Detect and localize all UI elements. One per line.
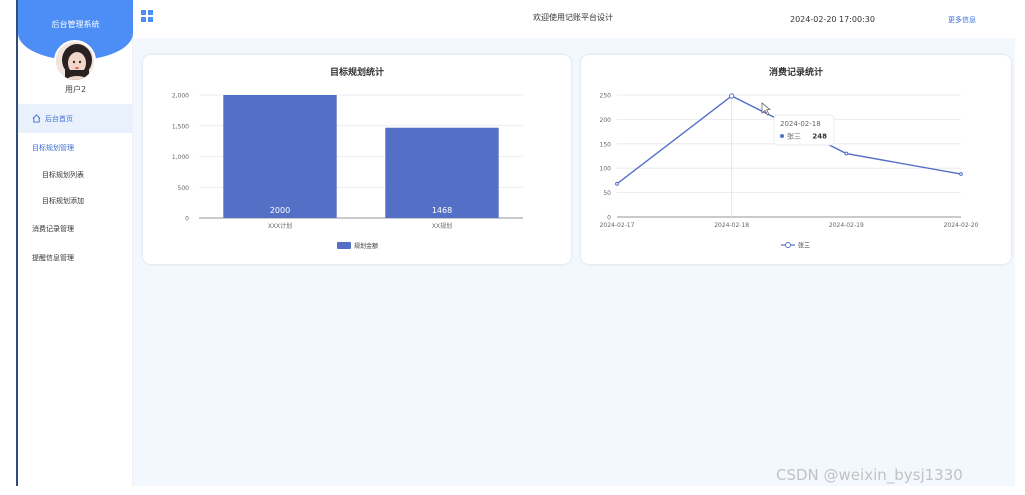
sidebar-item-label: 目标规划添加 [42,197,84,205]
tooltip-value: 248 [812,133,827,141]
x-tick-label: 2024-02-19 [829,222,864,229]
avatar[interactable] [54,40,96,82]
y-tick-label: 200 [600,117,612,124]
x-tick-label: 2024-02-20 [944,222,979,229]
x-tick-label: XX规划 [432,222,452,230]
bar [223,95,337,218]
y-tick-label: 250 [600,93,612,100]
grid-menu-icon[interactable] [141,10,153,22]
tooltip-date: 2024-02-18 [780,120,821,128]
x-tick-label: XXX计划 [268,222,292,230]
y-tick-label: 0 [607,215,611,222]
sidebar-item-label: 目标规划列表 [42,171,84,179]
bar-value-label: 1468 [432,206,452,215]
data-point [844,151,849,156]
sidebar-item-label: 后台首页 [45,114,73,123]
sidebar-item-goal-management[interactable]: 目标规划管理 [18,133,133,162]
y-tick-label: 500 [178,185,190,192]
consumption-line-chart: 0 50 100 150 200 250 2024-02-17 2024-02-18 2024-… [600,93,979,250]
welcome-text: 欢迎使用记账平台设计 [533,13,613,22]
sidebar-item-home[interactable]: 后台首页 [18,104,133,133]
home-icon [32,114,41,123]
x-tick-label: 2024-02-18 [714,222,749,229]
legend-marker [785,242,791,248]
main-content: 目标规划统计 0 500 1,000 1,500 2,000 2000 XXX计划 1468 X… [133,38,1015,486]
y-tick-label: 0 [185,216,189,223]
bar-value-label: 2000 [270,206,290,215]
legend-label: 规划金额 [354,242,378,250]
data-point [728,93,735,99]
bar [385,127,499,218]
consumption-chart-card: 消费记录统计 0 50 100 150 200 250 2024-02-17 2024-02-… [581,55,1011,264]
data-point [959,172,963,176]
y-tick-label: 1,000 [172,154,189,161]
sidebar-item-consumption[interactable]: 消费记录管理 [18,214,133,243]
watermark: CSDN @weixin_bysj1330 [776,466,963,484]
tooltip-marker [780,134,784,138]
goal-chart-card: 目标规划统计 0 500 1,000 1,500 2,000 2000 XXX计划 1468 X… [143,55,571,264]
sidebar-menu: 后台首页 目标规划管理 目标规划列表 目标规划添加 消费记录管理 提醒信息管理 [18,104,133,272]
top-bar: 欢迎使用记账平台设计 2024-02-20 17:00:30 更多信息 [133,0,1025,38]
sidebar-item-goal-add[interactable]: 目标规划添加 [18,188,133,214]
sidebar-item-label: 消费记录管理 [32,224,74,233]
sidebar-item-label: 目标规划管理 [32,143,74,152]
system-title: 后台管理系统 [51,20,100,29]
sidebar-item-label: 提醒信息管理 [32,253,74,262]
tooltip-series-name: 张三 [787,132,801,141]
goal-bar-chart: 0 500 1,000 1,500 2,000 2000 XXX计划 1468 XX规划规划金额 [172,93,523,250]
more-info-link[interactable]: 更多信息 [948,15,976,25]
sidebar: 后台管理系统 用户2 后台首页 目标规划管理 目标规划列表 目标规划添加 消费记… [18,0,133,486]
username: 用户2 [64,85,87,94]
legend-swatch [337,242,351,249]
sidebar-item-goal-list[interactable]: 目标规划列表 [18,162,133,188]
y-tick-label: 100 [600,166,612,173]
app-root: 后台管理系统 用户2 后台首页 目标规划管理 目标规划列表 目标规划添加 消费记… [0,0,1025,495]
current-datetime: 2024-02-20 17:00:30 [790,15,875,24]
y-tick-label: 1,500 [172,123,189,130]
legend-label: 张三 [798,242,810,250]
y-tick-label: 50 [603,190,611,197]
data-point [615,181,619,186]
sidebar-item-reminder[interactable]: 提醒信息管理 [18,243,133,272]
y-tick-label: 2,000 [172,93,189,100]
y-tick-label: 150 [600,141,612,148]
x-tick-label: 2024-02-17 [600,222,635,229]
